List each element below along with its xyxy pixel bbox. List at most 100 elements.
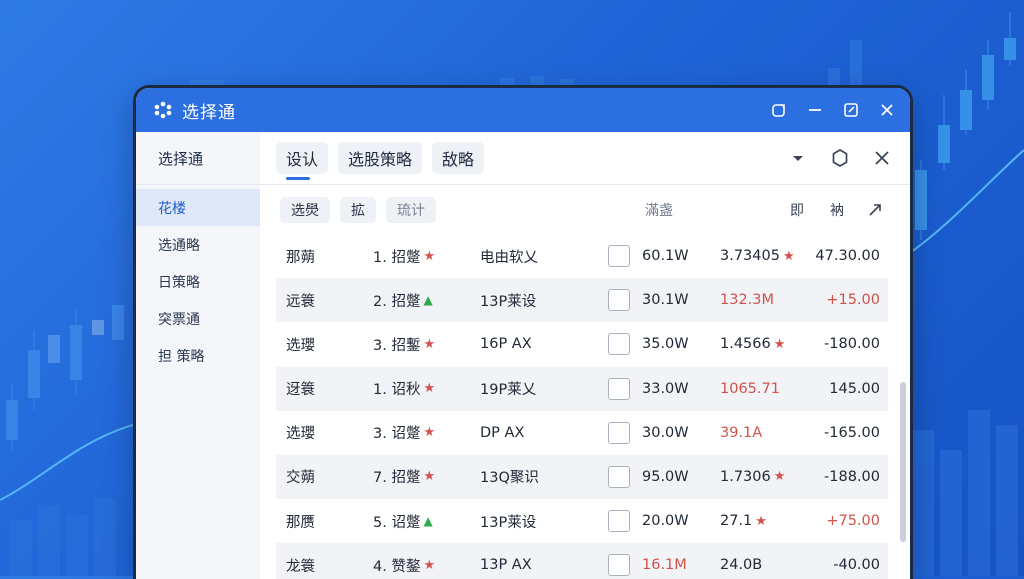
- row-strategy-label: 1. 招蹩: [373, 249, 421, 266]
- row-volume: 30.0W: [642, 424, 689, 441]
- table-row[interactable]: 那赝 5. 诏蹩 ▲ 13P莱设 20.0W 27.1 ★ +75.00: [276, 499, 888, 543]
- row-checkbox-cell: [608, 455, 630, 499]
- row-name: 那赝: [286, 514, 315, 531]
- row-name: 选瓔: [286, 426, 315, 443]
- sidebar-header: 选择通: [136, 132, 260, 185]
- row-name: 远簑: [286, 293, 315, 310]
- row-price-value: 1.7306: [720, 468, 771, 485]
- row-strategy: 4. 赞鏊 ★: [373, 543, 435, 579]
- row-price-value: 24.0B: [720, 557, 763, 574]
- close-icon[interactable]: [878, 101, 896, 119]
- row-price-value: 39.1A: [720, 424, 763, 441]
- row-name: 龙簑: [286, 558, 315, 575]
- row-change: +75.00: [826, 513, 880, 530]
- column-header[interactable]: 衲: [830, 185, 844, 235]
- filter-chip[interactable]: 琉计: [386, 197, 436, 223]
- row-strategy: 3. 诏蹩 ★: [373, 411, 435, 455]
- restore-icon[interactable]: [770, 101, 788, 119]
- row-strategy: 1. 诏秋 ★: [373, 367, 435, 411]
- row-change: -188.00: [824, 468, 880, 485]
- row-checkbox-cell: [608, 278, 630, 322]
- column-header[interactable]: 即: [790, 185, 804, 235]
- scrollbar[interactable]: [900, 382, 906, 542]
- row-strategy-label: 3. 诏蹩: [373, 426, 421, 443]
- sidebar-item-label: 突票通: [158, 311, 200, 328]
- row-description: 16P AX: [480, 336, 532, 353]
- sidebar-item-label: 选通略: [158, 237, 200, 254]
- table-row[interactable]: 选瓔 3. 招鏨 ★ 16P AX 35.0W 1.4566 ★ -180.00: [276, 322, 888, 366]
- row-checkbox[interactable]: [608, 333, 630, 356]
- row-strategy-label: 4. 赞鏊: [373, 558, 421, 575]
- row-change: 47.30.00: [815, 248, 880, 264]
- star-icon: ★: [773, 469, 786, 485]
- row-strategy-label: 7. 招蹩: [373, 470, 421, 487]
- row-checkbox[interactable]: [608, 245, 630, 267]
- row-price: 27.1 ★: [720, 499, 767, 543]
- row-description: 13P AX: [480, 557, 532, 574]
- star-icon: ★: [773, 336, 786, 352]
- dropdown-icon[interactable]: [788, 148, 808, 168]
- settings-icon[interactable]: [830, 148, 850, 168]
- filter-chip[interactable]: 选燢: [280, 197, 330, 223]
- sidebar-item-1[interactable]: 花楼: [136, 189, 260, 226]
- tab-tools: [788, 132, 892, 184]
- table-row[interactable]: 远簑 2. 招蹩 ▲ 13P莱设 30.1W 132.3M +15.00: [276, 278, 888, 323]
- sidebar-item-label: 日策略: [158, 274, 200, 291]
- tab-stock-strategy[interactable]: 选股策略: [338, 142, 423, 174]
- row-checkbox[interactable]: [608, 421, 630, 444]
- main-panel: 设认 选股策略 敌略 选燢 拡 琉计 滿盏 即 衲 那蒴 1. 招蹩 ★ 电由软…: [260, 132, 910, 579]
- sidebar-item-2[interactable]: 选通略: [136, 226, 260, 263]
- filter-bar: 选燢 拡 琉计 滿盏 即 衲: [260, 185, 910, 235]
- row-change: -40.00: [833, 557, 880, 574]
- row-strategy: 1. 招蹩 ★: [373, 234, 435, 278]
- expand-icon[interactable]: [867, 185, 883, 235]
- row-checkbox-cell: [608, 499, 630, 543]
- star-icon: ★: [423, 469, 436, 485]
- filter-chip[interactable]: 拡: [340, 197, 376, 223]
- star-icon: ★: [423, 381, 436, 397]
- data-table: 那蒴 1. 招蹩 ★ 电由软乂 60.1W 3.73405 ★ 47.30.00 远簑 2. 招蹩…: [276, 234, 888, 579]
- row-price-value: 132.3M: [720, 292, 775, 309]
- maximize-icon[interactable]: [842, 101, 860, 119]
- row-name: 选瓔: [286, 337, 315, 354]
- row-checkbox-cell: [608, 543, 630, 579]
- table-row[interactable]: 龙簑 4. 赞鏊 ★ 13P AX 16.1M 24.0B -40.00: [276, 543, 888, 579]
- row-change: 145.00: [829, 380, 880, 397]
- row-description: DP AX: [480, 424, 525, 441]
- table-row[interactable]: 交蒴 7. 招蹩 ★ 13Q聚识 95.0W 1.7306 ★ -188.00: [276, 454, 888, 500]
- row-price-value: 1065.71: [720, 380, 780, 397]
- sidebar-item-5[interactable]: 担 策略: [136, 337, 260, 374]
- row-checkbox[interactable]: [608, 510, 630, 533]
- row-checkbox[interactable]: [608, 289, 630, 312]
- tab-bar: 设认 选股策略 敌略: [260, 132, 910, 185]
- sidebar-item-3[interactable]: 日策略: [136, 263, 260, 300]
- row-checkbox-cell: [608, 234, 630, 278]
- row-price: 24.0B: [720, 543, 762, 579]
- close-icon[interactable]: [872, 148, 892, 168]
- row-price: 132.3M: [720, 278, 774, 322]
- table-row[interactable]: 那蒴 1. 招蹩 ★ 电由软乂 60.1W 3.73405 ★ 47.30.00: [276, 234, 888, 278]
- row-checkbox[interactable]: [608, 554, 630, 577]
- row-price-value: 1.4566: [720, 336, 771, 353]
- row-strategy: 2. 招蹩 ▲: [373, 278, 433, 322]
- star-icon: ★: [423, 425, 436, 441]
- row-checkbox[interactable]: [608, 377, 630, 400]
- row-checkbox-cell: [608, 367, 630, 411]
- minimize-icon[interactable]: [806, 101, 824, 119]
- row-price: 1.4566 ★: [720, 322, 785, 366]
- app-window: 选择通 选择通 花楼 选通略 日策略 突票通 担 策略 设认 选股策略 敌略 选…: [133, 85, 913, 579]
- star-icon: ★: [782, 248, 795, 264]
- title-bar: 选择通: [136, 88, 910, 132]
- row-name: 迓簑: [286, 382, 315, 399]
- row-change: -165.00: [824, 424, 880, 441]
- sidebar-item-4[interactable]: 突票通: [136, 300, 260, 337]
- row-strategy-label: 3. 招鏨: [373, 337, 421, 354]
- tab-strategy[interactable]: 敌略: [432, 142, 485, 174]
- table-row[interactable]: 迓簑 1. 诏秋 ★ 19P莱乂 33.0W 1065.71 145.00: [276, 366, 888, 411]
- row-checkbox[interactable]: [608, 465, 630, 488]
- row-description: 电由软乂: [480, 249, 538, 266]
- row-price: 3.73405 ★: [720, 234, 795, 278]
- row-price: 39.1A: [720, 411, 762, 455]
- table-row[interactable]: 选瓔 3. 诏蹩 ★ DP AX 30.0W 39.1A -165.00: [276, 411, 888, 455]
- tab-settings[interactable]: 设认: [276, 142, 329, 180]
